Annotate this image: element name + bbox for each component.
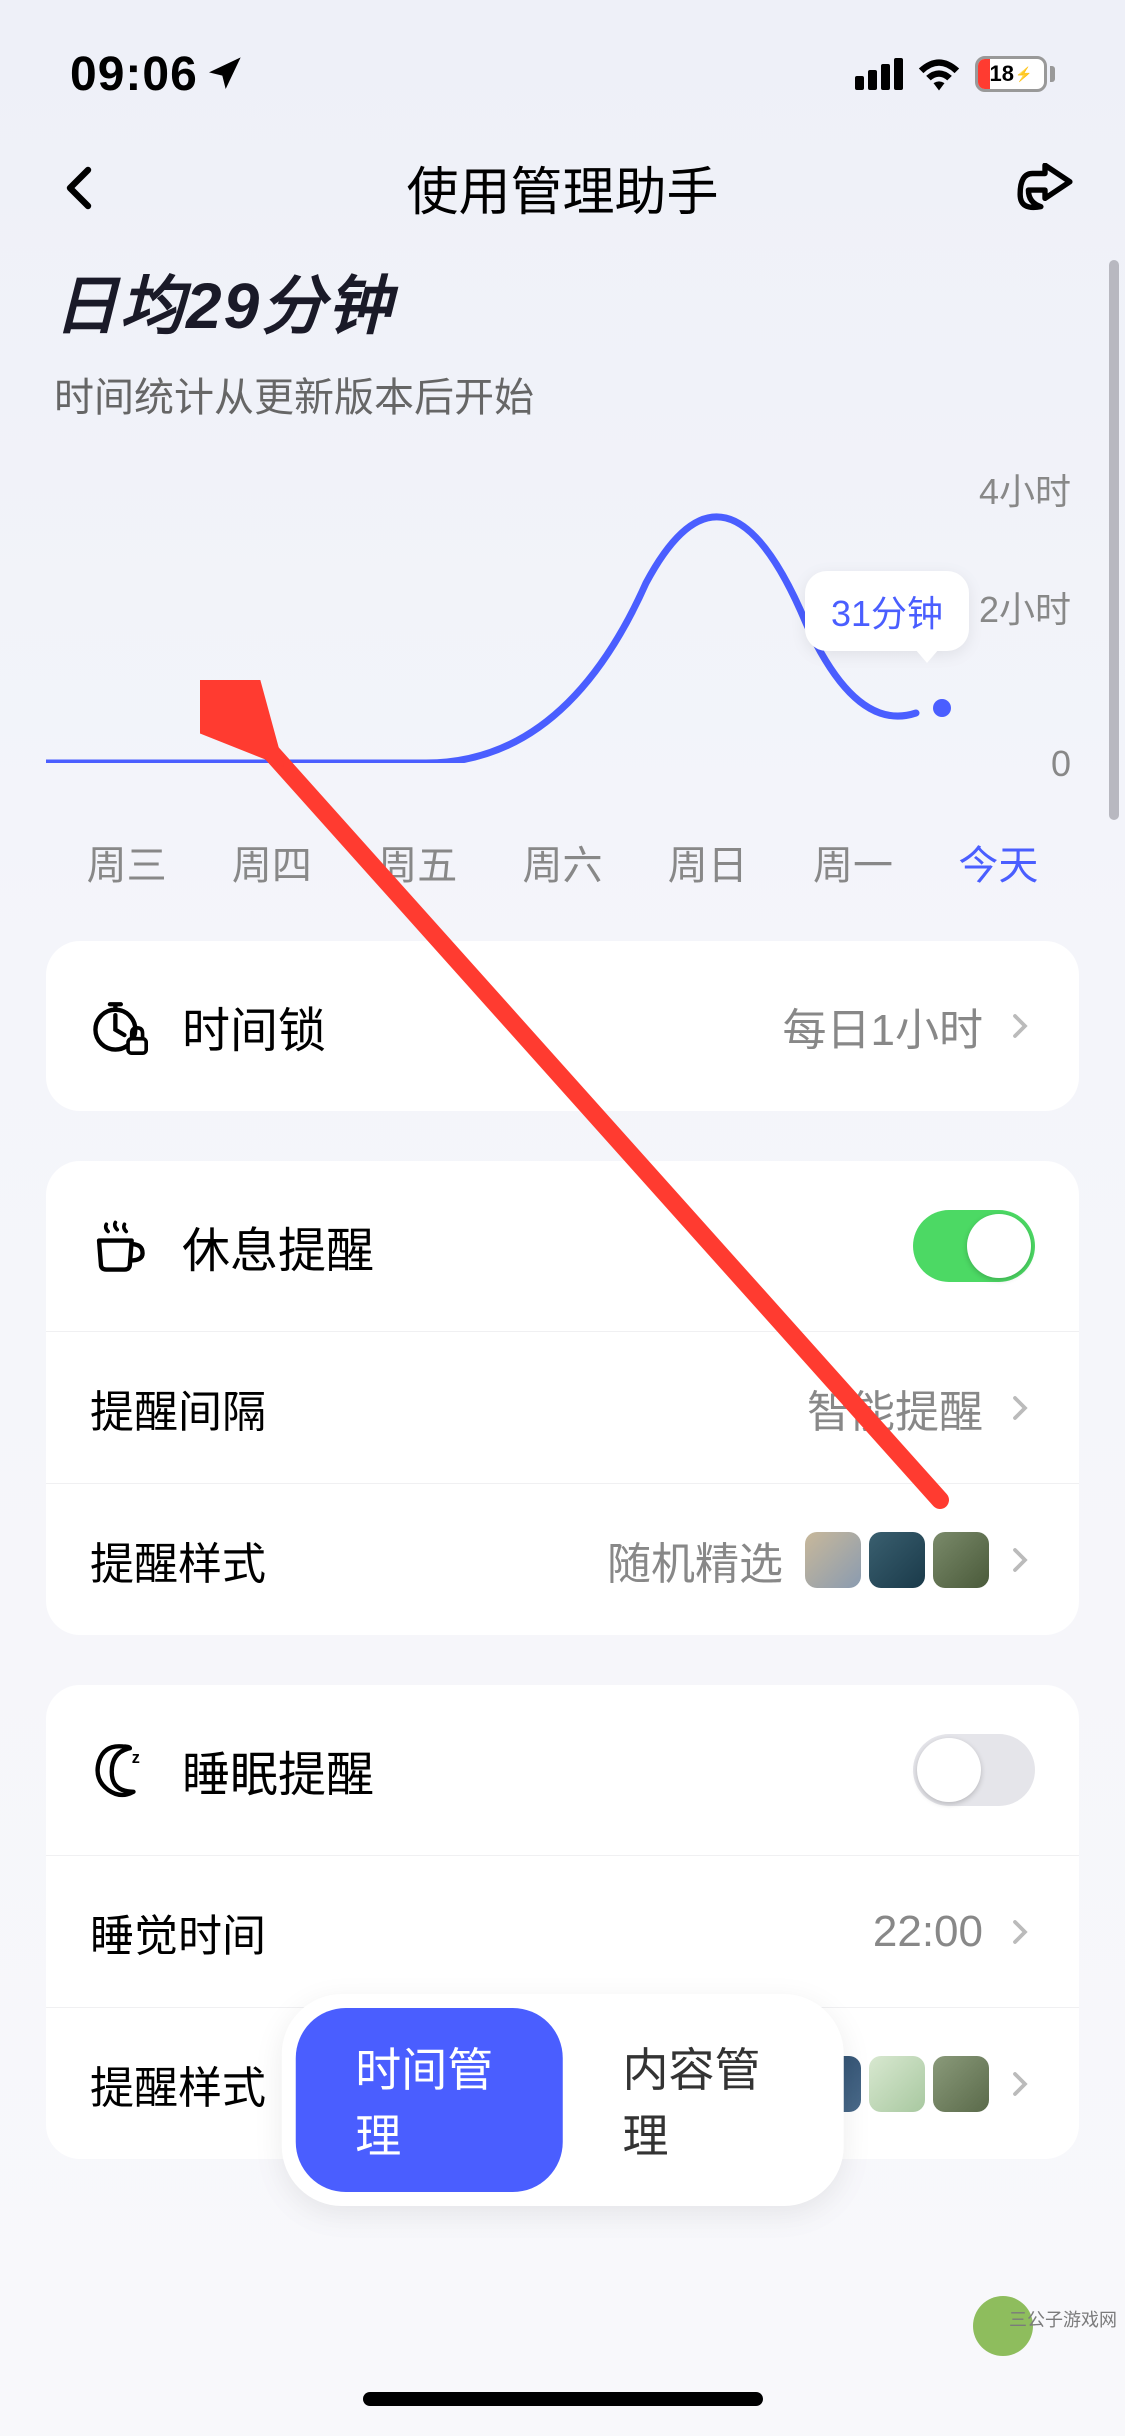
watermark: 三公子游戏网: [973, 2296, 1113, 2356]
tab-content-management[interactable]: 内容管理: [563, 2008, 830, 2192]
status-right: 18⚡: [855, 56, 1055, 92]
thumbnail: [869, 1532, 925, 1588]
timelock-value: 每日1小时: [783, 994, 983, 1058]
sleep-time-value: 22:00: [873, 1907, 983, 1957]
chevron-right-icon: [1005, 1545, 1035, 1575]
thumbnail: [805, 1532, 861, 1588]
sleep-header-row: z 睡眠提醒: [46, 1685, 1079, 1855]
sleep-time-row[interactable]: 睡觉时间 22:00: [46, 1855, 1079, 2007]
sleep-time-label: 睡觉时间: [90, 1900, 873, 1964]
battery-pct: 18: [990, 61, 1014, 87]
chart-active-dot: [933, 699, 951, 717]
thumbnail: [933, 1532, 989, 1588]
status-time-text: 09:06: [70, 47, 198, 102]
timelock-label: 时间锁: [182, 991, 783, 1061]
summary-subtitle: 时间统计从更新版本后开始: [46, 347, 1079, 423]
rest-interval-value: 智能提醒: [807, 1376, 983, 1440]
timelock-row[interactable]: 时间锁 每日1小时: [46, 941, 1079, 1111]
watermark-text: 三公子游戏网: [1009, 2306, 1117, 2332]
sleep-label: 睡眠提醒: [182, 1735, 913, 1805]
home-indicator[interactable]: [363, 2392, 763, 2406]
rest-style-row[interactable]: 提醒样式 随机精选: [46, 1483, 1079, 1635]
status-bar: 09:06 18⚡: [0, 0, 1125, 120]
rest-card: 休息提醒 提醒间隔 智能提醒 提醒样式 随机精选: [46, 1161, 1079, 1635]
coffee-icon: [90, 1217, 148, 1275]
cellular-icon: [855, 58, 903, 90]
thumbnail: [933, 2056, 989, 2112]
chevron-right-icon: [1005, 1917, 1035, 1947]
status-time: 09:06: [70, 47, 244, 102]
y-tick: 2小时: [979, 581, 1071, 633]
rest-style-label: 提醒样式: [90, 1528, 607, 1592]
share-icon: [1016, 163, 1074, 213]
share-button[interactable]: [1015, 158, 1075, 218]
stopwatch-lock-icon: [90, 997, 148, 1055]
page-title: 使用管理助手: [406, 150, 718, 225]
svg-text:z: z: [132, 1749, 140, 1767]
chevron-right-icon: [1005, 1393, 1035, 1423]
chevron-right-icon: [1005, 1011, 1035, 1041]
nav-bar: 使用管理助手: [0, 120, 1125, 255]
battery-icon: 18⚡: [975, 56, 1055, 92]
timelock-card: 时间锁 每日1小时: [46, 941, 1079, 1111]
chart-tooltip: 31分钟: [805, 571, 969, 651]
rest-interval-label: 提醒间隔: [90, 1376, 807, 1440]
back-button[interactable]: [50, 158, 110, 218]
thumbnail: [869, 2056, 925, 2112]
summary-title: 日均29分钟: [46, 255, 1079, 347]
chevron-right-icon: [1005, 2069, 1035, 2099]
sleep-toggle[interactable]: [913, 1734, 1035, 1806]
wifi-icon: [917, 57, 961, 91]
usage-chart: 4小时 2小时 0 31分钟: [46, 463, 1079, 883]
rest-style-value: 随机精选: [607, 1528, 783, 1592]
y-tick: 0: [1051, 743, 1071, 785]
moon-icon: z: [90, 1741, 148, 1799]
rest-label: 休息提醒: [182, 1211, 913, 1281]
y-tick: 4小时: [979, 463, 1071, 515]
style-thumbnails: [805, 1532, 989, 1588]
location-icon: [204, 54, 244, 94]
scroll-indicator[interactable]: [1109, 260, 1119, 820]
chevron-left-icon: [56, 164, 104, 212]
rest-interval-row[interactable]: 提醒间隔 智能提醒: [46, 1331, 1079, 1483]
bottom-tab-bar: 时间管理 内容管理: [281, 1994, 844, 2206]
tab-time-management[interactable]: 时间管理: [295, 2008, 562, 2192]
rest-toggle[interactable]: [913, 1210, 1035, 1282]
rest-header-row: 休息提醒: [46, 1161, 1079, 1331]
